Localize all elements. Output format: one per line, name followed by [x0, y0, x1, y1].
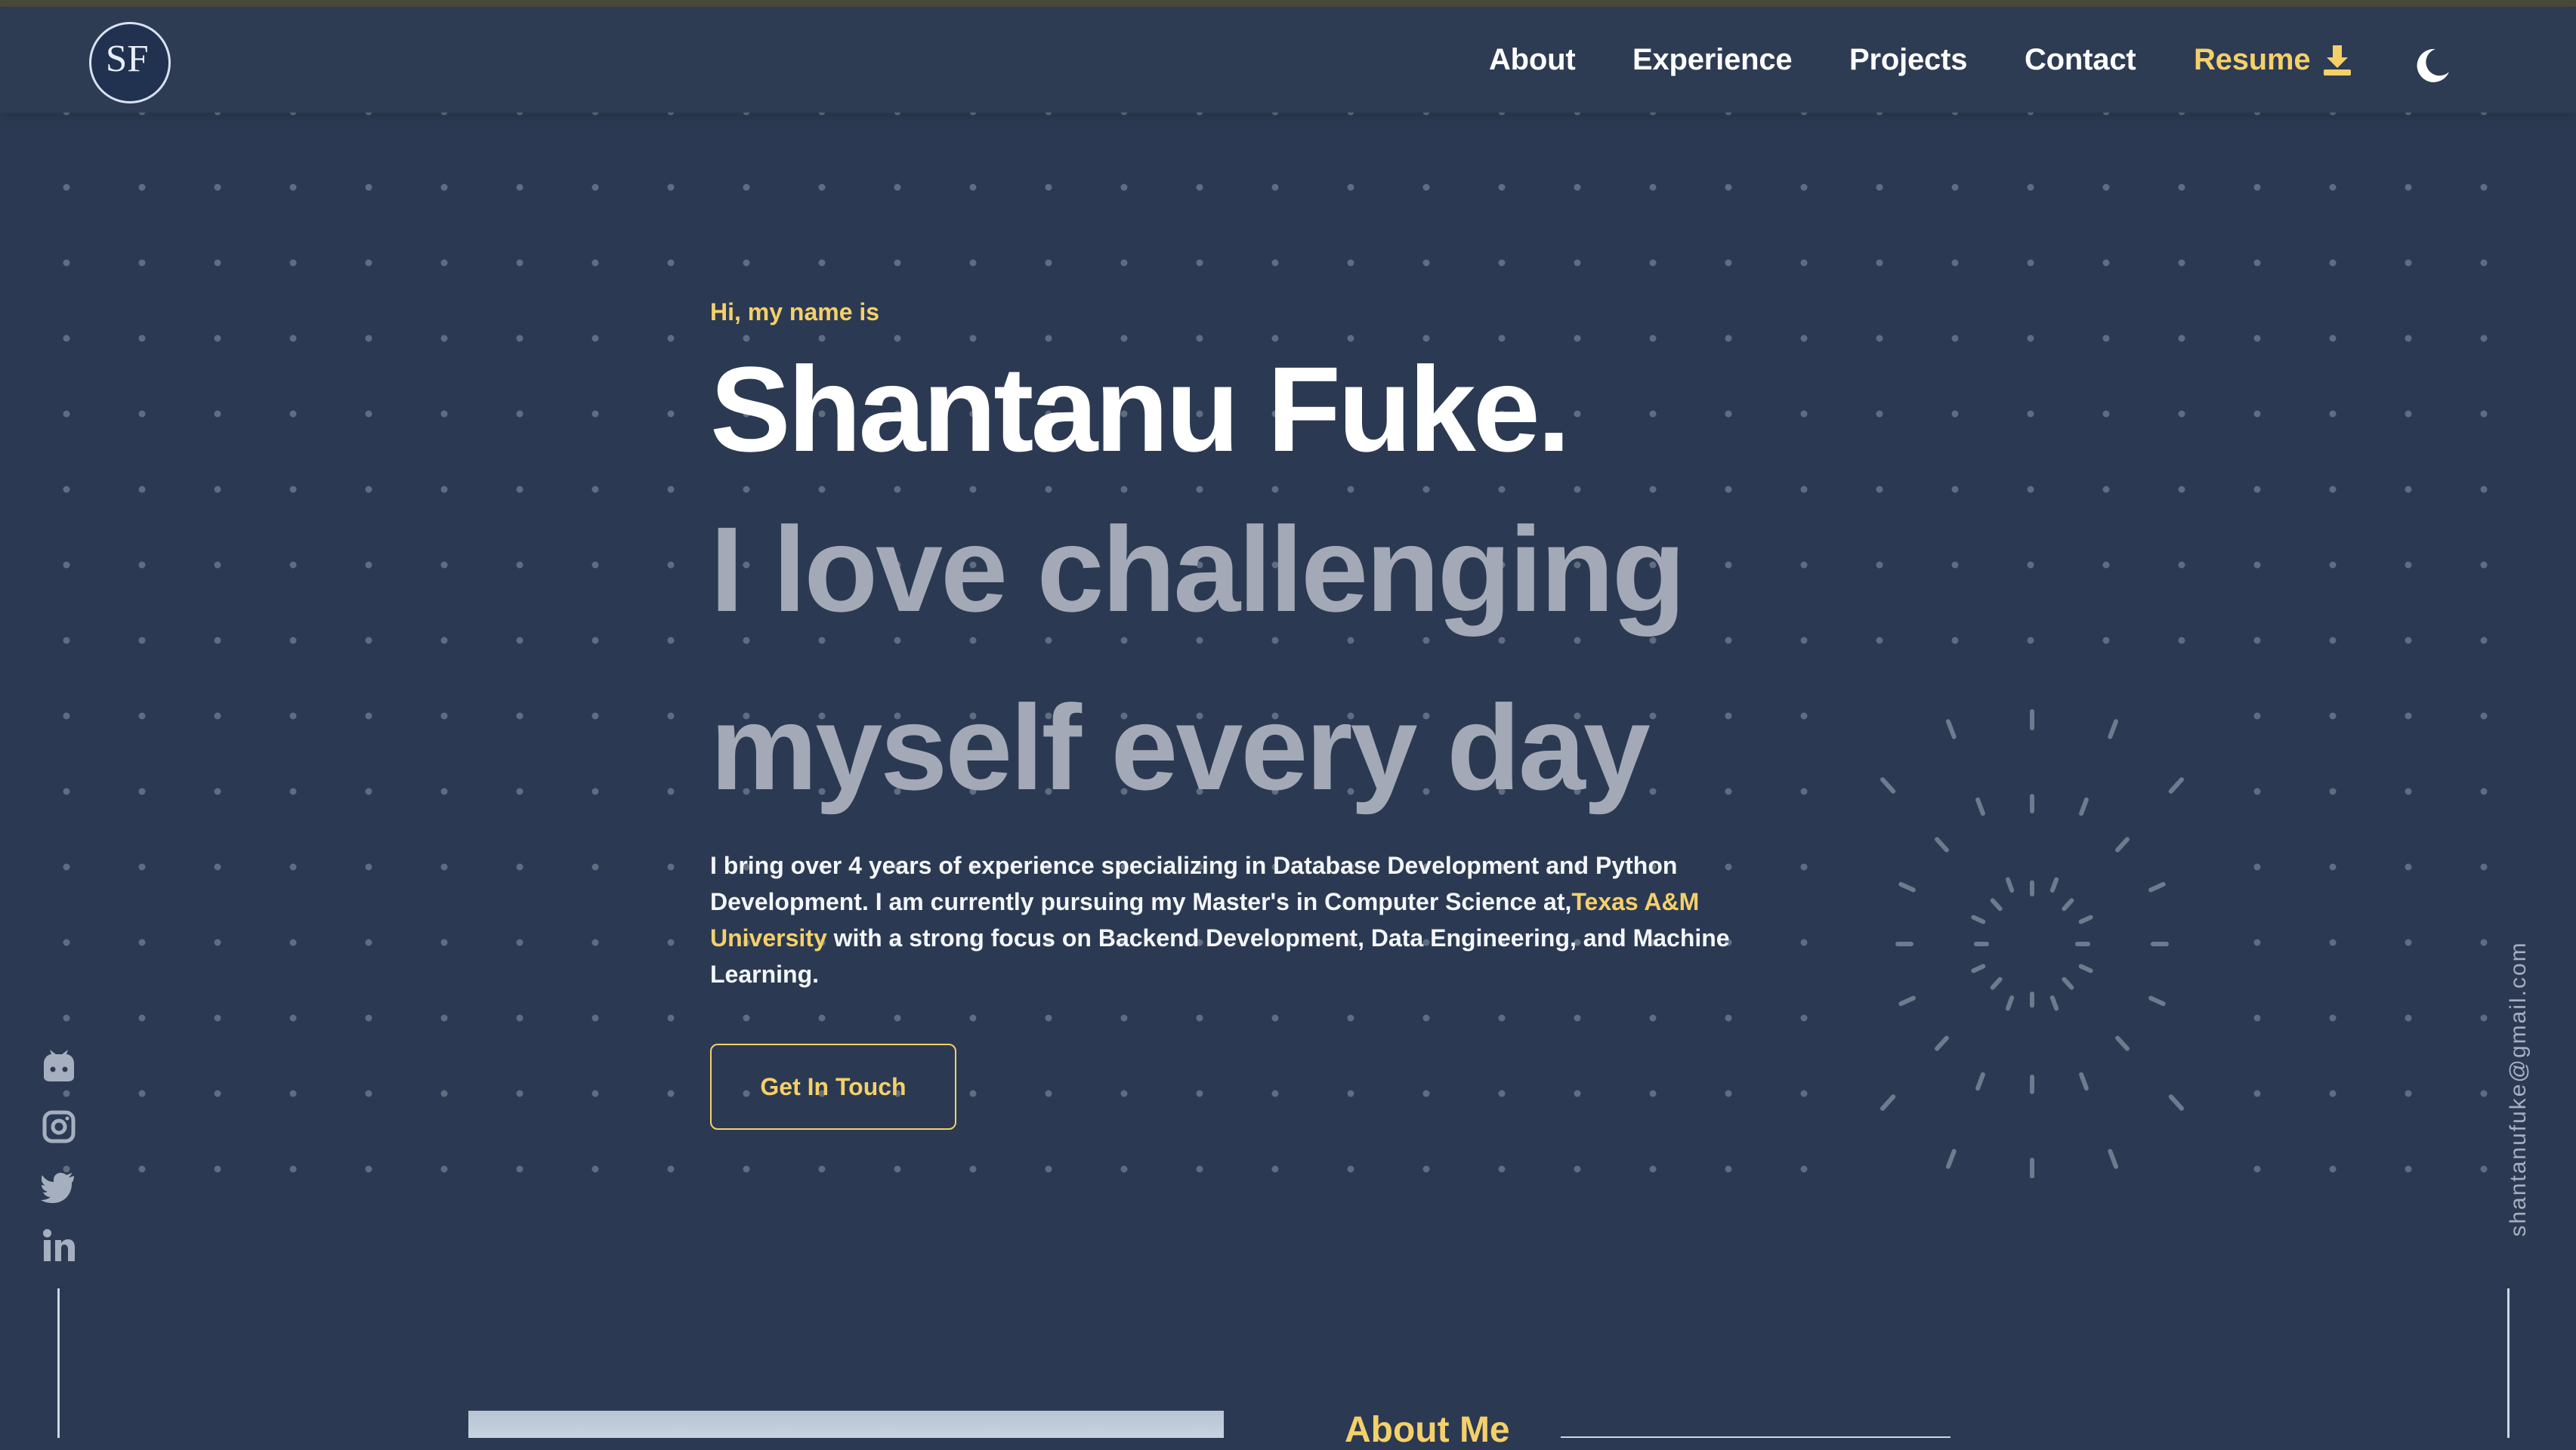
description-text-end: with a strong focus on Backend Developme…: [710, 924, 1730, 988]
hero-description: I bring over 4 years of experience speci…: [710, 847, 1798, 992]
description-text: I bring over 4 years of experience speci…: [710, 852, 1678, 915]
email-divider-line: [2507, 1288, 2510, 1438]
hero-name: Shantanu Fuke.: [710, 341, 1571, 477]
tagline-line-2: myself every day: [710, 680, 1651, 815]
linkedin-icon[interactable]: [39, 1226, 79, 1266]
nav-contact[interactable]: Contact: [2025, 43, 2136, 77]
radial-burst-decoration: [1880, 709, 2184, 1178]
logo-monogram-icon: SF: [106, 38, 149, 80]
hero-tagline: I love challenging myself every day: [710, 480, 1805, 837]
tagline-line-1: I love challenging: [710, 501, 1686, 637]
resume-button[interactable]: Resume: [2194, 43, 2352, 77]
twitter-icon[interactable]: [39, 1166, 79, 1205]
nav-experience[interactable]: Experience: [1632, 43, 1793, 77]
about-heading: About Me: [1345, 1410, 1510, 1450]
logo[interactable]: SF: [89, 22, 171, 103]
github-icon[interactable]: [39, 1047, 79, 1086]
moon-icon[interactable]: [2413, 46, 2452, 85]
about-photo: [468, 1411, 1224, 1438]
download-icon: [2324, 45, 2352, 76]
hero-section: Hi, my name is Shantanu Fuke. I love cha…: [710, 0, 1805, 1208]
instagram-icon[interactable]: [39, 1107, 79, 1146]
email-link[interactable]: shantanufuke@gmail.com: [2506, 941, 2531, 1236]
email-sidebar: shantanufuke@gmail.com: [2503, 930, 2534, 1248]
svg-text:SF: SF: [106, 38, 149, 80]
hero-intro: Hi, my name is: [710, 298, 880, 325]
get-in-touch-button[interactable]: Get In Touch: [710, 1044, 956, 1130]
site-header: SF About Experience Projects Contact Res…: [0, 7, 2576, 113]
resume-label: Resume: [2194, 43, 2311, 76]
nav-about[interactable]: About: [1489, 43, 1576, 77]
social-divider-line: [57, 1288, 60, 1438]
nav-projects[interactable]: Projects: [1849, 43, 1967, 77]
